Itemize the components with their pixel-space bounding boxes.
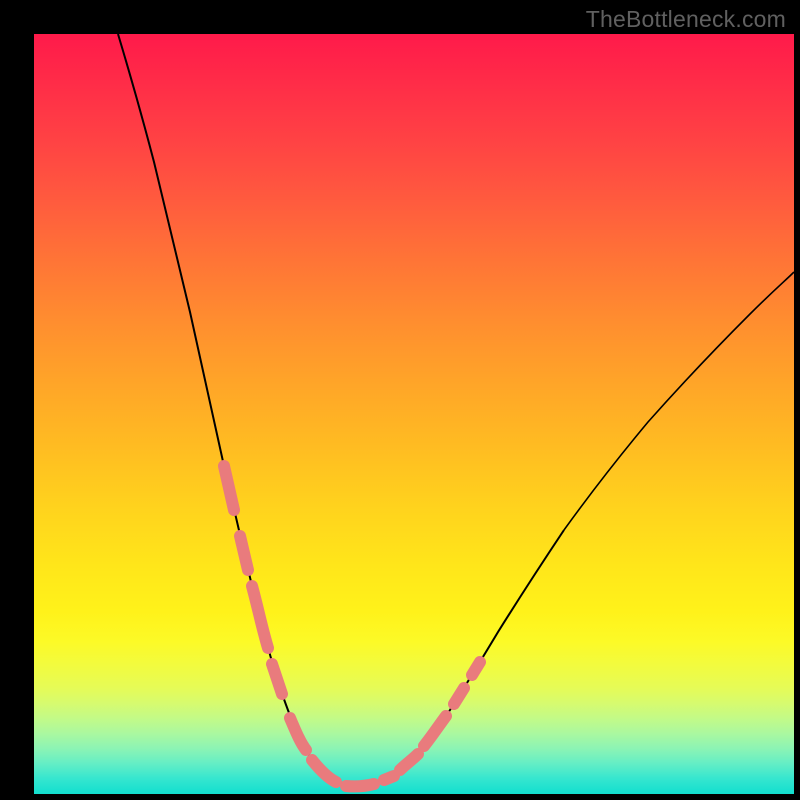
pink-seg-10: [424, 716, 446, 746]
chart-frame: TheBottleneck.com: [0, 0, 800, 800]
curve-right-branch-thin: [564, 272, 794, 530]
pink-highlight-group: [224, 466, 480, 786]
pink-seg-6: [312, 760, 336, 782]
bottleneck-curve-svg: [34, 34, 794, 794]
curve-right-branch-thick: [356, 530, 564, 787]
watermark-text: TheBottleneck.com: [586, 6, 786, 33]
curve-left-branch: [118, 34, 356, 787]
pink-seg-9: [400, 754, 418, 770]
pink-seg-3: [252, 586, 268, 648]
plot-area: [34, 34, 794, 794]
pink-seg-4: [272, 664, 282, 694]
pink-seg-5: [290, 718, 306, 750]
pink-seg-7: [346, 784, 374, 786]
pink-seg-1: [224, 466, 234, 510]
pink-seg-8: [384, 776, 394, 780]
pink-seg-11: [454, 688, 464, 704]
pink-seg-2: [240, 536, 248, 570]
pink-seg-12: [472, 662, 480, 675]
